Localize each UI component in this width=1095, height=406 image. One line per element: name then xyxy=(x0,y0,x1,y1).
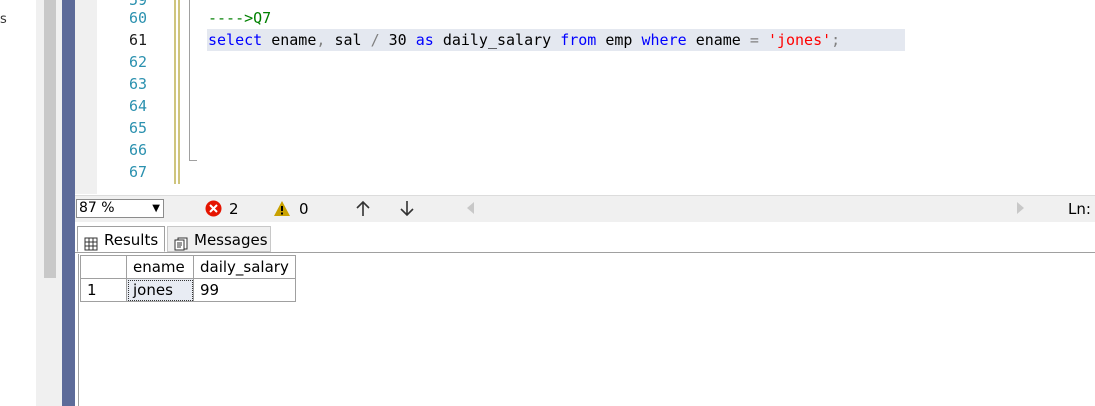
keyword-from: from xyxy=(560,31,597,49)
equals-operator: = xyxy=(749,31,759,49)
line-number: 66 xyxy=(128,141,147,159)
warning-icon[interactable] xyxy=(273,200,291,221)
line-number-active: 61 xyxy=(128,31,147,49)
error-count[interactable]: 2 xyxy=(229,200,239,218)
arrow-up-icon[interactable] xyxy=(355,200,371,221)
chevron-down-icon: ▼ xyxy=(152,203,160,214)
column-ename-where: ename xyxy=(695,31,741,49)
divide-operator: / xyxy=(370,31,380,49)
scroll-left-icon[interactable] xyxy=(467,202,474,214)
zoom-dropdown[interactable]: 87 % ▼ xyxy=(76,199,164,218)
line-position-label: Ln: xyxy=(1068,200,1091,218)
outline-fold-end xyxy=(189,160,197,161)
warning-count[interactable]: 0 xyxy=(299,200,309,218)
editor-status-bar: 87 % ▼ 2 0 Ln: xyxy=(75,195,1095,222)
keyword-where: where xyxy=(641,31,687,49)
tab-results[interactable]: Results xyxy=(77,226,165,252)
line-number: 67 xyxy=(128,163,147,181)
string-literal: 'jones' xyxy=(767,31,832,49)
comment-line: ---->Q7 xyxy=(208,9,272,27)
table-emp: emp xyxy=(605,31,633,49)
object-explorer-text: s xyxy=(0,12,7,27)
tab-messages[interactable]: Messages xyxy=(167,226,271,252)
line-number: 65 xyxy=(128,119,147,137)
query-editor[interactable]: 59 60 61 62 63 64 65 66 67 ---->Q7 selec… xyxy=(75,0,1095,194)
keyword-select: select xyxy=(208,31,263,49)
zoom-value: 87 % xyxy=(79,200,115,216)
scroll-right-icon[interactable] xyxy=(1017,202,1024,214)
line-number: 60 xyxy=(128,9,147,27)
results-table: ename daily_salary 1 jones 99 xyxy=(80,255,296,302)
outline-fold-line xyxy=(189,0,190,160)
column-ename: ename xyxy=(271,31,317,49)
semicolon: ; xyxy=(831,31,841,49)
object-explorer-scroll-thumb[interactable] xyxy=(44,0,56,278)
change-tracking-bar xyxy=(174,0,180,184)
line-number-gutter: 59 60 61 62 63 64 65 66 67 xyxy=(97,0,175,194)
results-grid[interactable]: ename daily_salary 1 jones 99 xyxy=(78,254,1095,406)
keyword-as: as xyxy=(415,31,434,49)
arrow-down-icon[interactable] xyxy=(399,200,415,221)
results-pane: Results Messages ename daily_salary 1 jo… xyxy=(75,222,1095,406)
panel-splitter[interactable] xyxy=(62,0,75,406)
query-line[interactable]: select ename, sal / 30 as daily_salary f… xyxy=(208,29,840,51)
row-number[interactable]: 1 xyxy=(80,278,127,302)
line-number: 64 xyxy=(128,97,147,115)
results-tab-strip: Results Messages xyxy=(75,222,1095,253)
column-header[interactable]: daily_salary xyxy=(193,255,296,279)
editor-margin xyxy=(75,0,97,194)
tab-messages-label: Messages xyxy=(194,231,268,249)
alias-daily-salary: daily_salary xyxy=(442,31,552,49)
number-literal: 30 xyxy=(388,31,407,49)
column-header[interactable]: ename xyxy=(126,255,194,279)
header-row: ename daily_salary xyxy=(80,255,296,279)
object-explorer-panel: s xyxy=(0,0,37,406)
tab-results-label: Results xyxy=(104,231,159,249)
row-header-corner[interactable] xyxy=(80,255,127,279)
line-number: 62 xyxy=(128,53,147,71)
column-sal: sal xyxy=(334,31,362,49)
line-number: 63 xyxy=(128,75,147,93)
error-icon[interactable] xyxy=(205,200,222,221)
table-row: 1 jones 99 xyxy=(80,278,296,302)
table-cell[interactable]: 99 xyxy=(193,278,296,302)
table-cell-selected[interactable]: jones xyxy=(126,278,194,302)
